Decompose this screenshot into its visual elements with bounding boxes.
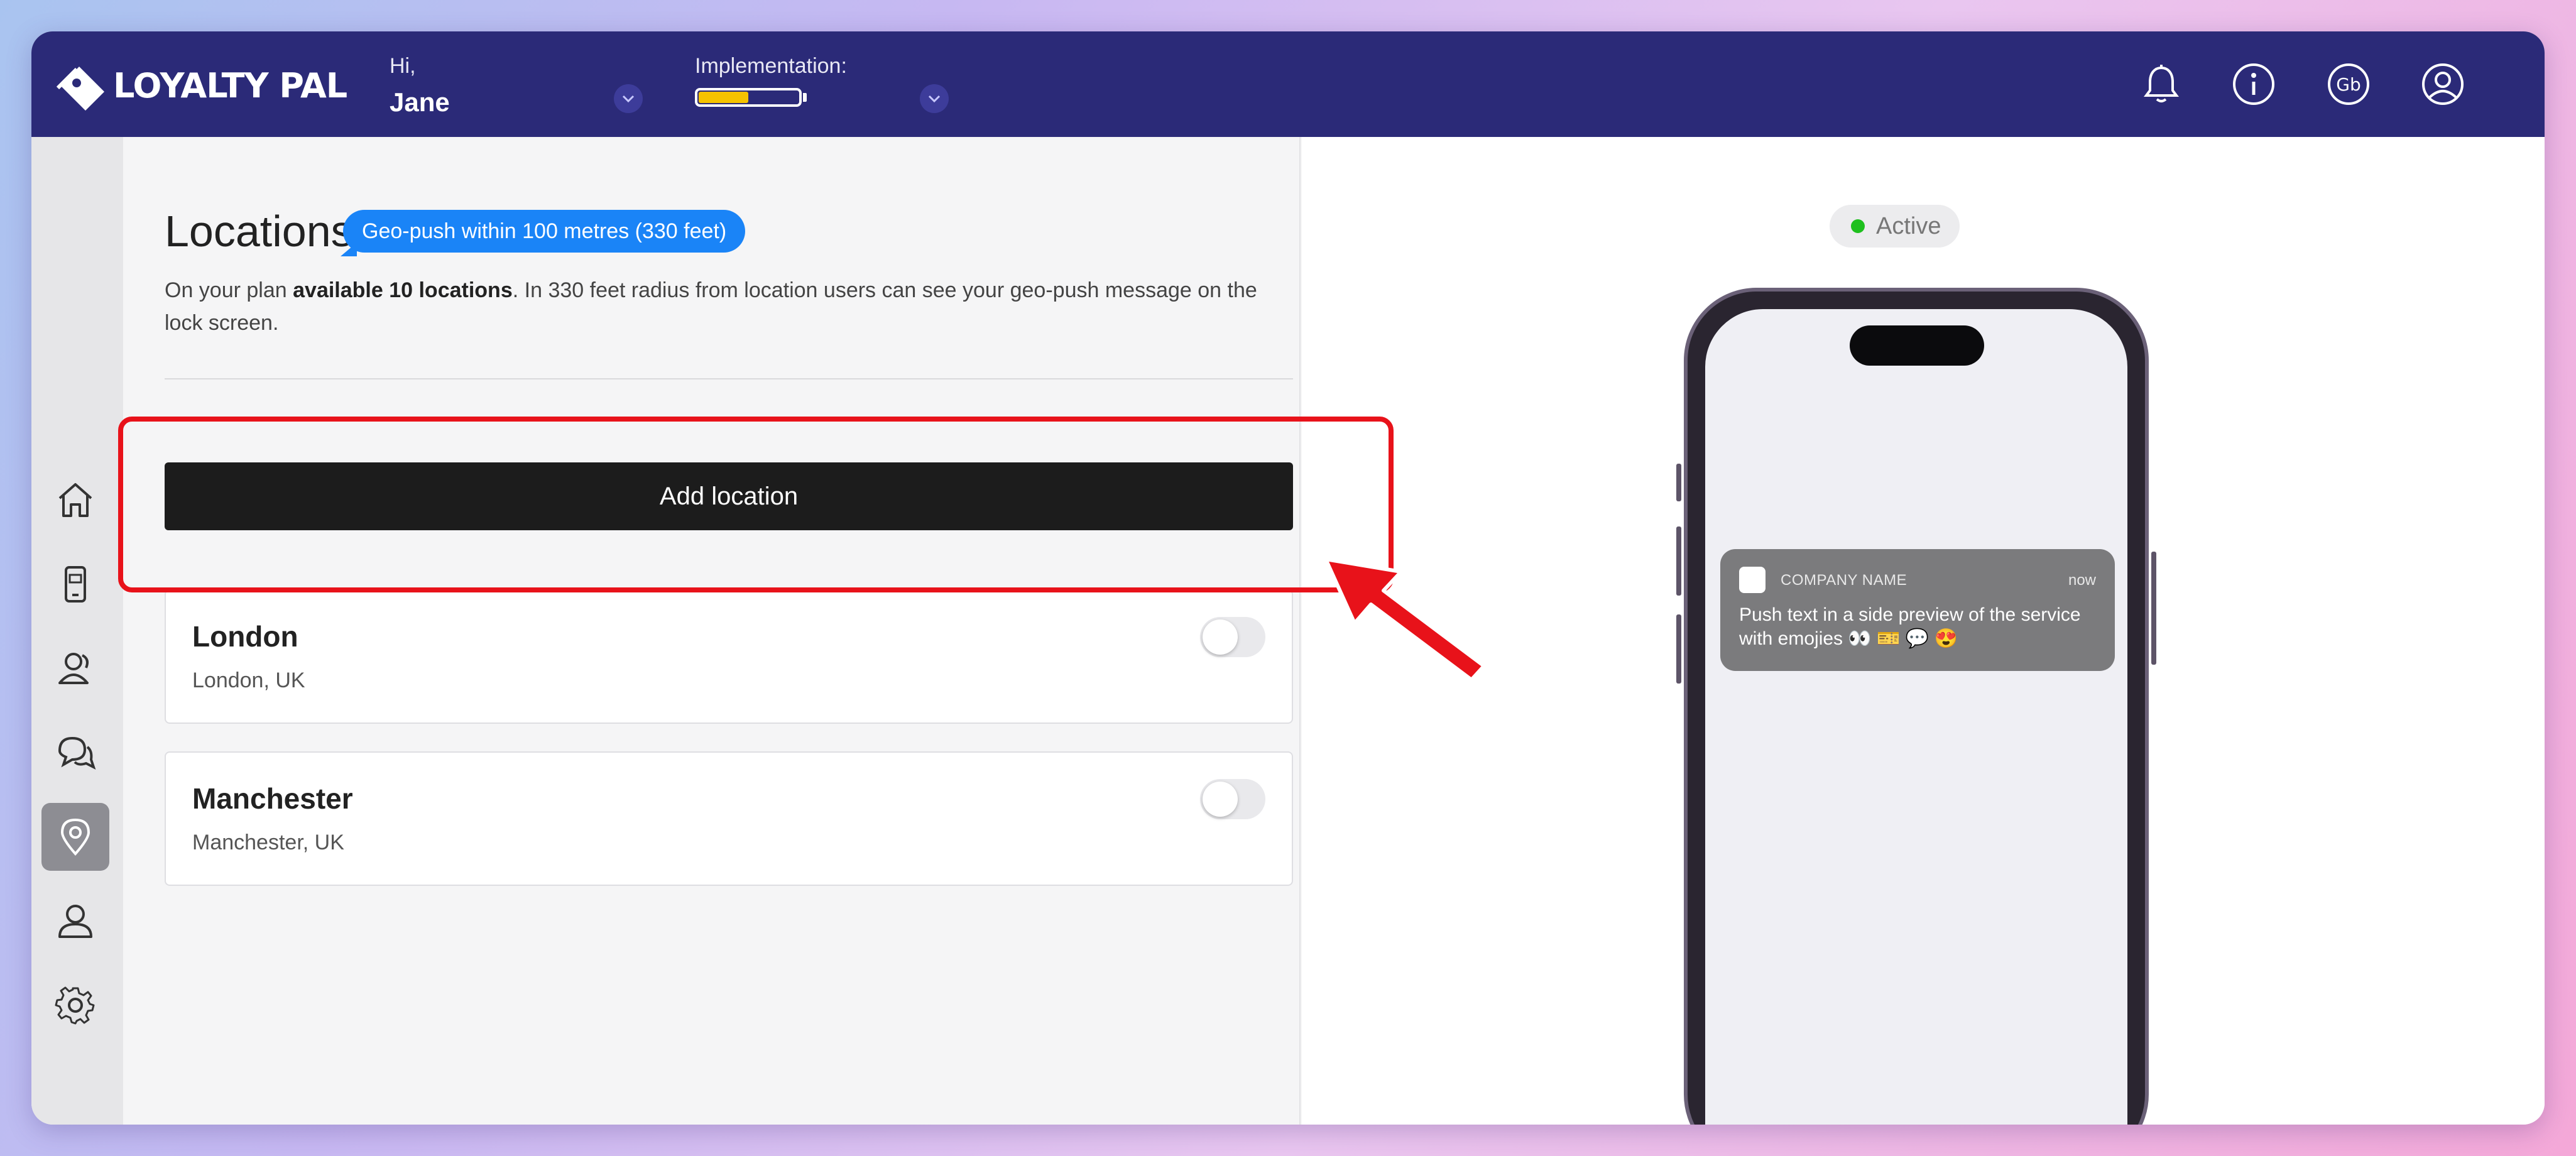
page-title: Locations (165, 207, 353, 256)
nav-locations[interactable] (41, 803, 109, 871)
location-toggle[interactable] (1200, 617, 1265, 657)
status-badge: Active (1830, 205, 1960, 248)
nav-home[interactable] (41, 466, 109, 534)
nav-account[interactable] (41, 887, 109, 955)
phone-side-button (1676, 526, 1681, 596)
chat-icon (58, 736, 96, 770)
phone-side-button (1676, 614, 1681, 684)
phone-card-icon (65, 566, 86, 603)
notification-body: Push text in a side preview of the servi… (1739, 604, 2081, 649)
toggle-knob (1203, 619, 1238, 655)
geo-push-badge: Geo-push within 100 metres (330 feet) (343, 210, 746, 253)
highlight-box (118, 417, 1394, 592)
location-card[interactable]: London London, UK (165, 589, 1293, 724)
push-notification: COMPANY NAME now Push text in a side pre… (1720, 549, 2115, 671)
nav-customers[interactable] (41, 635, 109, 702)
nav-messages[interactable] (41, 719, 109, 787)
phone-mockup: COMPANY NAME now Push text in a side pre… (1684, 288, 2149, 1125)
implementation-label: Implementation: (695, 54, 847, 78)
user-icon (58, 905, 92, 938)
user-name: Jane (390, 87, 450, 117)
users-icon (58, 653, 89, 684)
location-address: London, UK (192, 668, 305, 692)
plan-description: On your plan available 10 locations. In … (165, 274, 1270, 339)
nav-cards[interactable] (41, 550, 109, 618)
location-toggle[interactable] (1200, 779, 1265, 819)
logo[interactable]: LOYALTY PAL (55, 59, 347, 112)
svg-text:Gb: Gb (2336, 74, 2360, 95)
app-icon (1739, 567, 1766, 593)
language-gb-icon[interactable]: Gb (2323, 59, 2374, 109)
phone-screen: COMPANY NAME now Push text in a side pre… (1705, 309, 2127, 1125)
greeting-text: Hi, (390, 54, 416, 78)
status-dot (1851, 219, 1865, 233)
annotation-arrow-icon (1324, 557, 1486, 682)
implementation-chevron-icon[interactable] (920, 84, 949, 113)
status-label: Active (1876, 212, 1941, 239)
home-icon (58, 483, 92, 517)
location-pin-icon (60, 818, 90, 856)
info-icon[interactable] (2229, 59, 2279, 109)
logo-icon (56, 67, 104, 111)
implementation-progress-bar (695, 88, 802, 107)
desc-prefix: On your plan (165, 278, 293, 302)
user-greeting[interactable]: Hi, Jane (390, 54, 450, 117)
app-window: LOYALTY PAL Hi, Jane Implementation: Gb (31, 31, 2545, 1125)
side-nav (31, 137, 123, 1125)
nav-settings[interactable] (41, 971, 109, 1039)
phone-side-button (1676, 464, 1681, 501)
notification-company: COMPANY NAME (1781, 572, 1907, 589)
gear-icon (55, 986, 95, 1025)
locations-panel: Locations Geo-push within 100 metres (33… (123, 137, 1301, 1125)
toggle-knob (1203, 782, 1238, 817)
top-bar: LOYALTY PAL Hi, Jane Implementation: Gb (31, 31, 2545, 137)
phone-side-button (2151, 552, 2156, 665)
user-menu-chevron-icon[interactable] (614, 84, 643, 113)
divider (165, 378, 1293, 379)
profile-icon[interactable] (2418, 59, 2468, 109)
bell-icon[interactable] (2136, 59, 2186, 109)
desc-bold: available 10 locations (293, 278, 513, 302)
implementation-status[interactable]: Implementation: (695, 54, 847, 107)
brand-name: LOYALTY PAL (113, 65, 347, 106)
location-name: London (192, 620, 298, 653)
dynamic-island (1850, 325, 1984, 366)
location-address: Manchester, UK (192, 831, 344, 854)
location-name: Manchester (192, 782, 353, 815)
location-card[interactable]: Manchester Manchester, UK (165, 751, 1293, 886)
notification-time: now (2068, 572, 2096, 589)
progress-fill (699, 92, 748, 103)
battery-tip (803, 93, 807, 102)
